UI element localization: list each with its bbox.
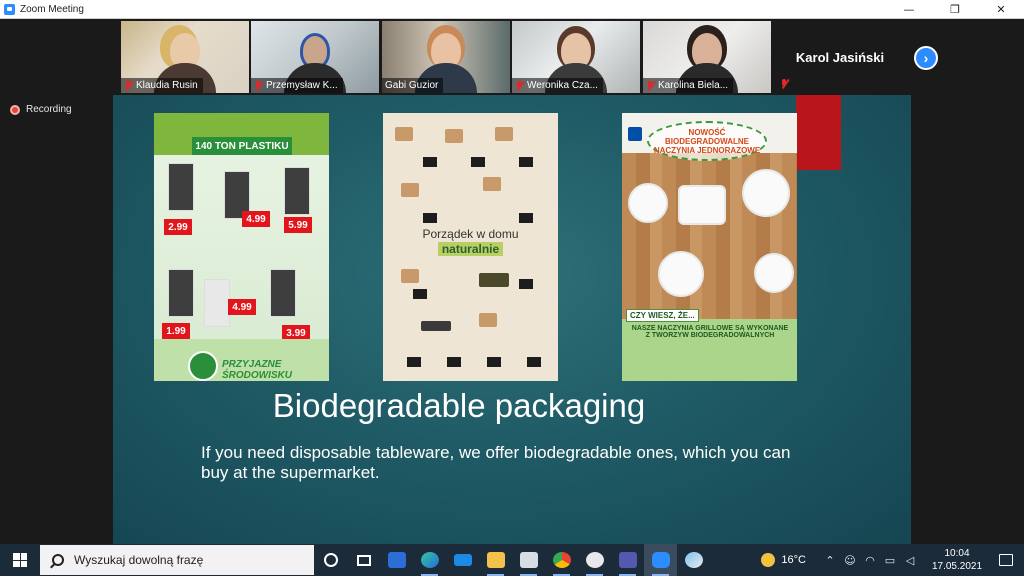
participant-name: Karolina Biela... xyxy=(658,80,729,91)
participant-tile[interactable]: Przemysław K... xyxy=(251,21,379,93)
start-button[interactable] xyxy=(0,544,40,576)
participant-tile[interactable]: Weronika Cza... xyxy=(512,21,640,93)
participant-name: Karol Jasiński xyxy=(795,49,885,65)
taskbar-clock[interactable]: 10:04 17.05.2021 xyxy=(926,547,988,573)
weather-icon[interactable] xyxy=(761,553,776,567)
leaflet-image-home-order: Porządek w domu naturalnie xyxy=(383,113,558,381)
mic-muted-icon xyxy=(124,80,133,91)
participant-tile[interactable]: Karolina Biela... xyxy=(643,21,771,93)
shared-screen: 140 TON PLASTIKU 2.99 4.99 5.99 4.99 1.9… xyxy=(113,95,911,544)
windows-logo-icon xyxy=(13,553,27,567)
leaflet-image-biodegradable-tableware: 140 TON PLASTIKU 2.99 4.99 5.99 4.99 1.9… xyxy=(154,113,329,381)
eco-text: PRZYJAZNE ŚRODOWISKU xyxy=(222,359,292,381)
task-view-icon[interactable] xyxy=(347,544,380,576)
notification-center-button[interactable] xyxy=(988,554,1024,566)
taskbar-search-box[interactable]: Wyszukaj dowolną frazę xyxy=(40,545,314,575)
participant-gallery: Klaudia Rusin Przemysław K... Gabi Guzio… xyxy=(0,19,1024,95)
mic-muted-icon xyxy=(646,80,655,91)
participant-name: Weronika Cza... xyxy=(527,80,598,91)
participant-name: Klaudia Rusin xyxy=(136,80,198,91)
windows-taskbar: Wyszukaj dowolną frazę 16°C ⌃ ☺ ◠ ▭ ◁ 10… xyxy=(0,544,1024,576)
leaflet-image-grill-plates: NOWOŚĆ BIODEGRADOWALNE NACZYNIA JEDNORAZ… xyxy=(622,113,797,381)
leaflet-info-text: NASZE NACZYNIA GRILLOWE SĄ WYKONANE Z TW… xyxy=(631,325,789,339)
maximize-button[interactable]: ❐ xyxy=(932,0,978,19)
record-icon xyxy=(10,104,20,115)
clock-time: 10:04 xyxy=(944,548,970,559)
battery-icon[interactable]: ▭ xyxy=(880,554,900,567)
recording-indicator[interactable]: Recording xyxy=(10,104,72,115)
edge-icon[interactable] xyxy=(413,544,446,576)
mic-muted-icon xyxy=(254,80,263,91)
close-button[interactable]: ✕ xyxy=(978,0,1024,19)
participant-tile-no-video[interactable]: Karol Jasiński xyxy=(776,21,904,93)
system-tray: 16°C ⌃ ☺ ◠ ▭ ◁ 10:04 17.05.2021 xyxy=(761,544,1024,576)
price-tag: 4.99 xyxy=(228,299,256,315)
gallery-next-button[interactable]: › xyxy=(914,46,938,70)
minimize-button[interactable]: — xyxy=(886,0,932,19)
paint-icon[interactable] xyxy=(677,544,710,576)
wifi-icon[interactable]: ◠ xyxy=(860,554,880,567)
window-titlebar: Zoom Meeting — ❐ ✕ xyxy=(0,0,1024,19)
search-placeholder: Wyszukaj dowolną frazę xyxy=(74,553,204,567)
recording-label: Recording xyxy=(26,104,72,115)
app-icon[interactable] xyxy=(512,544,545,576)
app-icon[interactable] xyxy=(578,544,611,576)
participant-tile[interactable]: Klaudia Rusin xyxy=(121,21,249,93)
temperature[interactable]: 16°C xyxy=(781,554,806,566)
did-you-know-label: CZY WIESZ, ŻE... xyxy=(626,309,699,322)
participant-name: Gabi Guzior xyxy=(385,80,439,91)
store-icon[interactable] xyxy=(380,544,413,576)
banner-line-2: naturalnie xyxy=(437,241,504,256)
clock-date: 17.05.2021 xyxy=(931,561,983,572)
price-tag: 4.99 xyxy=(242,211,270,227)
search-icon xyxy=(52,554,64,566)
leaflet-banner: Porządek w domu naturalnie xyxy=(383,221,558,261)
mic-muted-icon xyxy=(515,80,524,91)
people-icon[interactable]: ☺ xyxy=(840,554,860,567)
zoom-app-icon xyxy=(4,3,15,15)
chevron-up-icon[interactable]: ⌃ xyxy=(820,554,840,567)
price-tag: 2.99 xyxy=(164,219,192,235)
price-tag: 5.99 xyxy=(284,217,312,233)
participant-tile-active-speaker[interactable]: Gabi Guzior xyxy=(382,21,510,93)
notification-icon xyxy=(999,554,1013,566)
slide-decoration xyxy=(796,95,841,170)
window-controls: — ❐ ✕ xyxy=(886,0,1024,19)
chrome-icon[interactable] xyxy=(545,544,578,576)
leaflet-headline: 140 TON PLASTIKU xyxy=(192,137,292,155)
window-title: Zoom Meeting xyxy=(20,3,84,15)
mail-icon[interactable] xyxy=(446,544,479,576)
cortana-icon[interactable] xyxy=(314,544,347,576)
participant-name: Przemysław K... xyxy=(266,80,338,91)
slide-body-text: If you need disposable tableware, we off… xyxy=(201,443,791,482)
store-logo xyxy=(628,127,642,141)
volume-icon[interactable]: ◁ xyxy=(900,554,920,567)
slide-title: Biodegradable packaging xyxy=(272,387,646,424)
zoom-icon[interactable] xyxy=(644,544,677,576)
eco-seal xyxy=(188,351,218,381)
new-product-badge: NOWOŚĆ BIODEGRADOWALNE NACZYNIA JEDNORAZ… xyxy=(647,121,767,161)
mic-muted-icon xyxy=(780,79,789,89)
teams-icon[interactable] xyxy=(611,544,644,576)
price-tag: 1.99 xyxy=(162,323,190,339)
file-explorer-icon[interactable] xyxy=(479,544,512,576)
banner-line-1: Porządek w domu xyxy=(422,226,519,241)
